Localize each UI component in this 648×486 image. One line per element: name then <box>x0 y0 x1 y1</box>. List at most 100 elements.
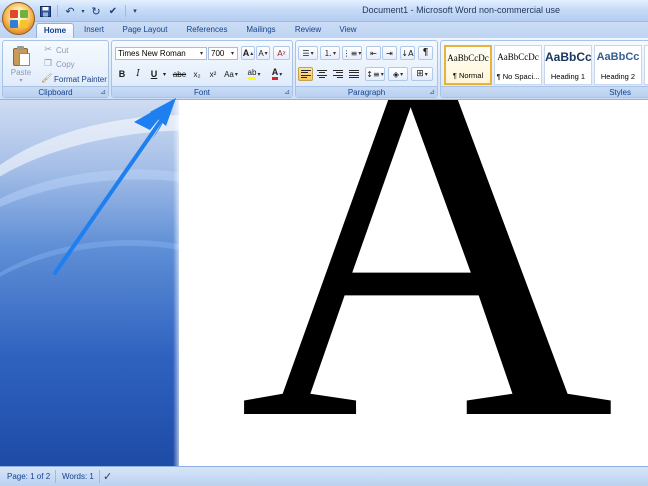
clear-formatting-button[interactable]: Aᵡ <box>273 46 290 60</box>
style-name: Heading 1 <box>550 72 586 81</box>
paintbrush-icon: 🖌 <box>41 74 53 84</box>
strikethrough-button[interactable]: abe <box>171 67 188 81</box>
align-center-button[interactable] <box>314 67 329 81</box>
font-name-value: Times New Roman <box>118 49 186 58</box>
style-heading-2[interactable]: AaBbCc Heading 2 <box>594 45 642 85</box>
tab-references[interactable]: References <box>180 23 234 38</box>
copy-icon: ❐ <box>43 59 53 69</box>
paint-bucket-icon: ◈ <box>392 69 400 79</box>
style-normal[interactable]: AaBbCcDc ¶ Normal <box>444 45 492 85</box>
style-name: ¶ Normal <box>452 71 484 80</box>
style-name: ¶ No Spaci... <box>496 72 540 81</box>
copy-button[interactable]: ❐ Copy <box>43 58 75 70</box>
style-sample: AaBbCcDc <box>497 52 539 62</box>
change-case-label: Aa <box>224 69 234 79</box>
numbering-button[interactable]: ⒈ ▾ <box>320 46 340 60</box>
style-sample: AaBbCc <box>596 51 640 63</box>
tab-mailings[interactable]: Mailings <box>240 23 282 38</box>
shrink-font-button[interactable]: A ▾ <box>256 46 270 60</box>
status-bar: Page: 1 of 2 Words: 1 ✓ <box>0 466 648 486</box>
align-center-icon <box>316 69 327 79</box>
tab-home[interactable]: Home <box>36 23 74 38</box>
sort-button[interactable]: ↓A <box>400 46 415 60</box>
dropdown-arrow-icon: ▾ <box>19 78 23 84</box>
grow-font-label: A <box>242 48 250 58</box>
office-button[interactable] <box>2 2 35 35</box>
clear-formatting-icon: Aᵡ <box>277 48 286 58</box>
word-count[interactable]: Words: 1 <box>59 470 97 483</box>
bold-button[interactable]: B <box>115 67 129 81</box>
align-right-button[interactable] <box>330 67 345 81</box>
format-painter-button[interactable]: 🖌 Format Painter <box>41 73 107 85</box>
multilevel-list-icon: ⋮≡ <box>342 48 358 58</box>
increase-indent-button[interactable]: ⇥ <box>382 46 397 60</box>
paste-button[interactable]: Paste ▾ <box>9 45 33 84</box>
page-count[interactable]: Page: 1 of 2 <box>4 470 53 483</box>
ribbon-tabs: Home Insert Page Layout References Maili… <box>0 22 648 38</box>
dialog-launcher-icon[interactable]: ⊿ <box>429 88 435 96</box>
font-color-button[interactable]: A ▾ <box>267 67 287 81</box>
tab-review[interactable]: Review <box>290 23 326 38</box>
borders-icon: ⊞ <box>416 69 424 79</box>
style-sample: AaBbCc <box>545 50 591 64</box>
show-formatting-button[interactable]: ¶ <box>418 46 433 60</box>
shading-button[interactable]: ◈ ▾ <box>388 67 408 81</box>
font-group-label: Font <box>112 86 292 97</box>
italic-button[interactable]: I <box>131 67 145 81</box>
cut-button[interactable]: ✂ Cut <box>43 44 68 56</box>
font-size-value: 700 <box>211 49 225 58</box>
clipboard-group-label: Clipboard <box>3 86 108 97</box>
line-spacing-icon: ↕≡ <box>366 69 380 79</box>
dropdown-arrow-icon[interactable]: ▾ <box>228 48 237 59</box>
shrink-font-label: A <box>258 48 264 58</box>
tab-page-layout[interactable]: Page Layout <box>118 23 172 38</box>
dropdown-arrow-icon[interactable]: ▾ <box>161 67 168 81</box>
justify-button[interactable] <box>346 67 361 81</box>
numbered-list-icon: ⒈ <box>323 48 332 58</box>
increase-indent-icon: ⇥ <box>386 48 393 58</box>
tab-insert[interactable]: Insert <box>78 23 110 38</box>
line-spacing-button[interactable]: ↕≡ ▾ <box>365 67 385 81</box>
style-no-spacing[interactable]: AaBbCcDc ¶ No Spaci... <box>494 45 542 85</box>
subscript-button[interactable]: x₂ <box>190 67 204 81</box>
justify-icon <box>348 69 359 79</box>
style-heading-1[interactable]: AaBbCc Heading 1 <box>544 45 592 85</box>
text-highlight-button[interactable]: ab ▾ <box>244 67 264 81</box>
multilevel-list-button[interactable]: ⋮≡ ▾ <box>342 46 362 60</box>
underline-button[interactable]: U <box>147 67 161 81</box>
font-size-combo[interactable]: 700 ▾ <box>208 47 238 60</box>
document-text[interactable]: A <box>239 100 615 466</box>
style-sample: AaBbCcDc <box>447 53 489 63</box>
font-color-label: A <box>271 68 279 80</box>
font-name-combo[interactable]: Times New Roman ▾ <box>115 47 207 60</box>
borders-button[interactable]: ⊞ ▾ <box>411 67 433 81</box>
bullets-button[interactable]: ☰ ▾ <box>298 46 318 60</box>
style-name: Heading 2 <box>600 72 636 81</box>
cut-label: Cut <box>56 45 69 55</box>
dialog-launcher-icon[interactable]: ⊿ <box>284 88 290 96</box>
dialog-launcher-icon[interactable]: ⊿ <box>100 88 106 96</box>
grow-font-button[interactable]: A ▴ <box>241 46 255 60</box>
bullet-list-icon: ☰ <box>302 48 310 58</box>
align-right-icon <box>332 69 343 79</box>
align-left-icon <box>300 69 311 79</box>
format-painter-label: Format Painter <box>54 74 107 84</box>
paragraph-group: ☰ ▾ ⒈ ▾ ⋮≡ ▾ ⇤ ⇥ ↓A ¶ ↕≡ ▾ ◈ ▾ ⊞ ▾ Parag… <box>295 40 438 98</box>
decrease-indent-button[interactable]: ⇤ <box>366 46 381 60</box>
font-group: Times New Roman ▾ 700 ▾ A ▴ A ▾ Aᵡ B I U ▾… <box>111 40 293 98</box>
proofing-icon[interactable]: ✓ <box>103 470 112 483</box>
paragraph-group-label: Paragraph <box>296 86 437 97</box>
style-more[interactable] <box>644 45 648 85</box>
superscript-button[interactable]: x² <box>206 67 220 81</box>
align-left-button[interactable] <box>298 67 313 81</box>
window-title: Document1 - Microsoft Word non-commercia… <box>362 5 560 15</box>
clipboard-group: Paste ▾ ✂ Cut ❐ Copy 🖌 Format Painter Cl… <box>2 40 109 98</box>
document-page[interactable]: A <box>179 100 648 466</box>
tab-view[interactable]: View <box>334 23 362 38</box>
ribbon: Paste ▾ ✂ Cut ❐ Copy 🖌 Format Painter Cl… <box>0 38 648 100</box>
decrease-indent-icon: ⇤ <box>370 48 377 58</box>
change-case-button[interactable]: Aa ▾ <box>222 67 240 81</box>
copy-label: Copy <box>56 59 75 69</box>
title-bar: ↶ ▾ ↻ ✔ ▾ Document1 - Microsoft Word non… <box>0 0 648 35</box>
dropdown-arrow-icon[interactable]: ▾ <box>197 48 206 59</box>
